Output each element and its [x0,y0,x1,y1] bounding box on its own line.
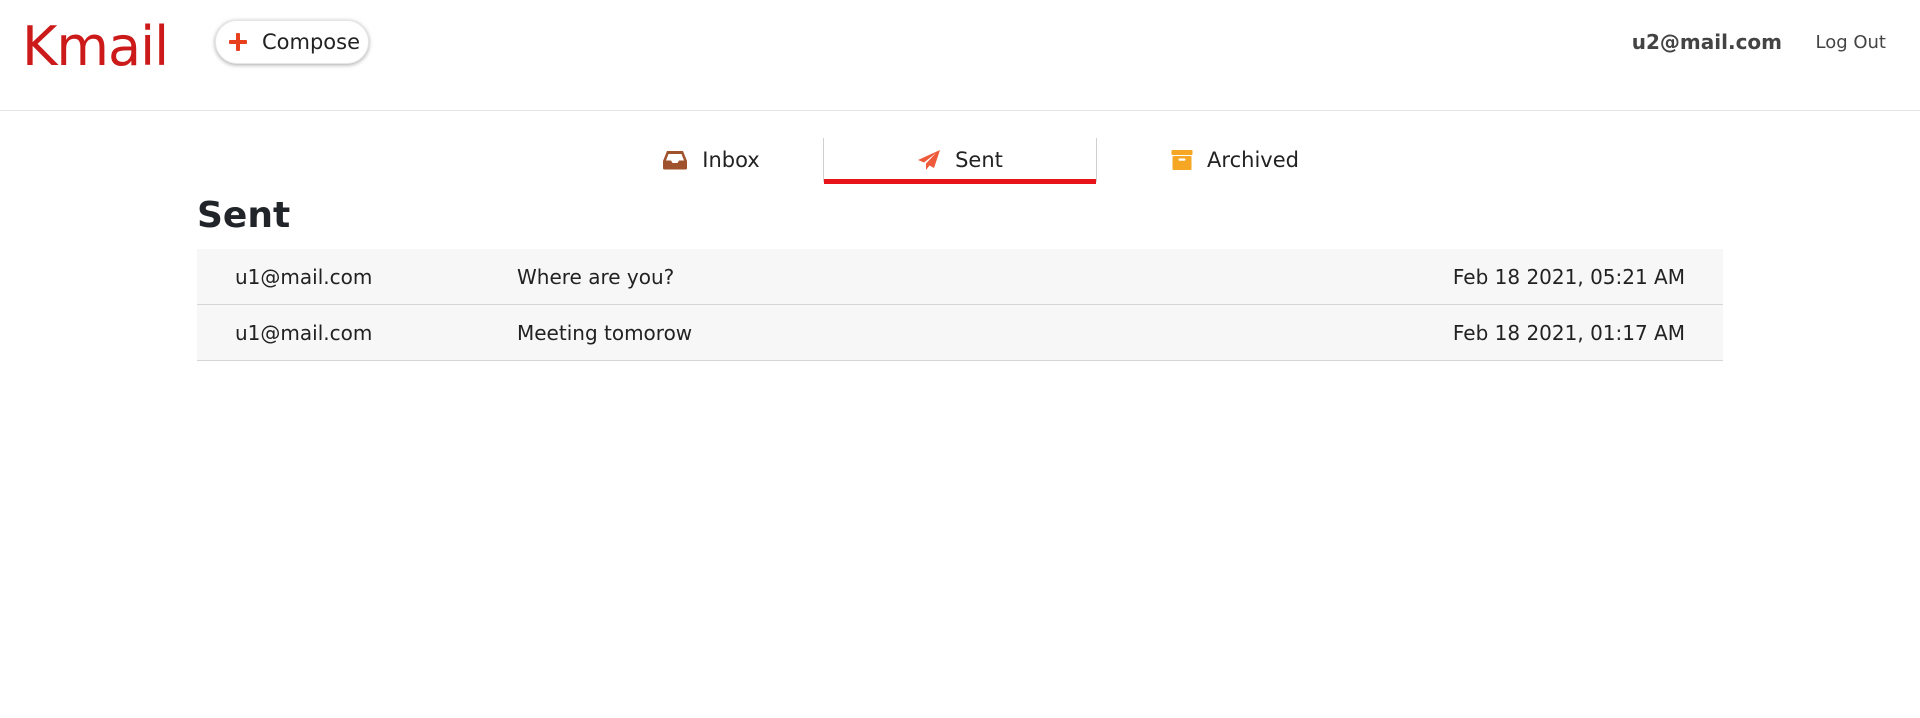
archive-box-icon [1171,149,1193,171]
tab-sent-label: Sent [955,148,1003,172]
email-row[interactable]: u1@mail.com Where are you? Feb 18 2021, … [197,249,1723,305]
tab-archived[interactable]: Archived [1098,138,1372,182]
page-title: Sent [197,195,291,236]
email-date: Feb 18 2021, 01:17 AM [1452,320,1685,345]
app-logo[interactable]: Kmail [22,14,169,80]
compose-button[interactable]: Compose [215,20,369,64]
email-recipient: u1@mail.com [235,264,373,289]
email-date: Feb 18 2021, 05:21 AM [1452,264,1685,289]
email-subject: Meeting tomorow [517,320,693,345]
inbox-icon [662,150,688,170]
tab-inbox[interactable]: Inbox [600,138,822,182]
email-subject: Where are you? [517,264,675,289]
tab-archived-label: Archived [1207,148,1299,172]
user-email: u2@mail.com [1631,30,1782,54]
plus-icon [228,32,248,52]
tab-sent[interactable]: Sent [823,138,1097,184]
compose-label: Compose [262,30,361,54]
top-header: Kmail Compose u2@mail.com Log Out [0,0,1920,111]
tab-inbox-label: Inbox [702,148,760,172]
paper-plane-icon [917,149,941,171]
mailbox-tabs: Inbox Sent Archived [0,138,1920,184]
active-tab-indicator [824,179,1096,184]
email-row[interactable]: u1@mail.com Meeting tomorow Feb 18 2021,… [197,305,1723,361]
email-list: u1@mail.com Where are you? Feb 18 2021, … [197,249,1723,361]
logout-link[interactable]: Log Out [1815,32,1886,53]
email-recipient: u1@mail.com [235,320,373,345]
